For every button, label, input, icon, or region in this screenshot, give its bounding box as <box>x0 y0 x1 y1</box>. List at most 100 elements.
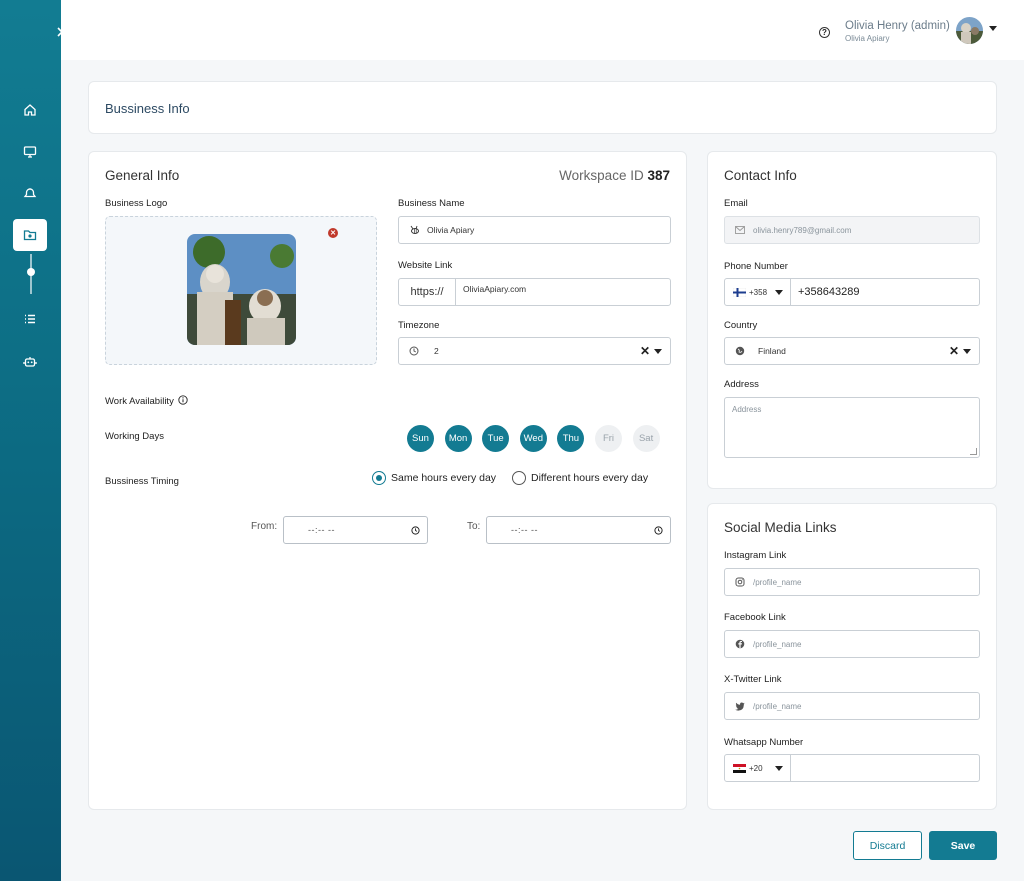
day-chip-fri[interactable]: Fri <box>595 425 622 452</box>
different-hours-radio[interactable] <box>512 471 526 485</box>
user-name: Olivia Henry (admin) <box>845 20 950 32</box>
page-title: Bussiness Info <box>105 101 190 116</box>
phone-code-caret-icon[interactable] <box>775 290 783 295</box>
sidebar-subnav-dot[interactable] <box>27 268 35 276</box>
phone-number-input[interactable]: +358 +358643289 <box>724 278 980 306</box>
whatsapp-divider <box>790 755 791 781</box>
website-link-input[interactable]: https:// OliviaApiary.com <box>398 278 671 306</box>
facebook-link-input[interactable]: /profile_name <box>724 630 980 658</box>
day-chip-tue[interactable]: Tue <box>482 425 510 452</box>
folder-star-icon <box>23 230 37 241</box>
workspace-id-label: Workspace ID <box>559 168 644 183</box>
discard-button[interactable]: Discard <box>853 831 922 860</box>
whatsapp-number-label: Whatsapp Number <box>724 737 804 748</box>
general-info-title: General Info <box>105 168 180 183</box>
user-menu-caret-icon[interactable] <box>989 26 997 31</box>
facebook-link-label: Facebook Link <box>724 612 786 623</box>
twitter-link-label: X-Twitter Link <box>724 674 782 685</box>
website-prefix: https:// <box>399 279 456 305</box>
clock-icon <box>654 526 663 535</box>
finland-flag-icon[interactable] <box>733 288 746 297</box>
instagram-placeholder: /profile_name <box>753 577 802 587</box>
day-chip-thu[interactable]: Thu <box>557 425 585 452</box>
clock-icon <box>411 526 420 535</box>
remove-logo-icon[interactable]: ✕ <box>328 228 338 238</box>
bee-icon <box>408 224 420 236</box>
help-icon[interactable]: ? <box>819 27 830 38</box>
contact-info-title: Contact Info <box>724 168 797 183</box>
page-title-card: Bussiness Info <box>88 81 997 134</box>
business-logo-label: Business Logo <box>105 198 168 209</box>
egypt-flag-icon[interactable] <box>733 764 746 773</box>
business-name-value: Olivia Apiary <box>427 225 475 235</box>
sidebar-item-robot[interactable] <box>13 346 47 378</box>
sidebar-item-services[interactable] <box>13 177 47 209</box>
day-chip-sun[interactable]: Sun <box>407 425 434 452</box>
facebook-placeholder: /profile_name <box>753 639 802 649</box>
sidebar-item-business[interactable] <box>13 219 47 251</box>
facebook-icon <box>734 638 746 650</box>
timezone-caret-icon[interactable] <box>654 349 662 354</box>
clear-timezone-icon[interactable]: ✕ <box>640 344 650 358</box>
robot-icon <box>23 357 37 367</box>
logo-upload-area[interactable]: ✕ <box>105 216 377 365</box>
from-label: From: <box>251 521 278 532</box>
sidebar-item-monitor[interactable] <box>13 136 47 168</box>
from-time-input[interactable]: --:-- -- <box>283 516 428 544</box>
resize-handle[interactable] <box>970 448 977 455</box>
business-name-input[interactable]: Olivia Apiary <box>398 216 671 244</box>
instagram-link-label: Instagram Link <box>724 550 787 561</box>
business-timing-label: Bussiness Timing <box>105 476 179 487</box>
website-value: OliviaApiary.com <box>463 284 527 294</box>
instagram-link-input[interactable]: /profile_name <box>724 568 980 596</box>
globe-icon <box>734 345 746 357</box>
avatar[interactable] <box>956 17 983 44</box>
day-chip-sat[interactable]: Sat <box>632 425 660 452</box>
workspace-id: Workspace ID 387 <box>559 168 670 183</box>
same-hours-radio[interactable] <box>372 471 386 485</box>
from-time-value: --:-- -- <box>308 525 335 535</box>
sidebar <box>0 0 70 881</box>
contact-info-card: Contact Info Email olivia.henry789@gmail… <box>707 151 997 489</box>
mail-icon <box>734 224 746 236</box>
phone-country-code[interactable]: +358 <box>749 288 767 297</box>
sidebar-item-home[interactable] <box>13 94 47 126</box>
phone-divider <box>790 279 791 305</box>
email-label: Email <box>724 198 748 209</box>
social-media-card: Social Media Links Instagram Link /profi… <box>707 503 997 810</box>
workspace-id-value: 387 <box>647 168 670 183</box>
country-label: Country <box>724 320 758 331</box>
same-hours-label[interactable]: Same hours every day <box>391 472 496 484</box>
address-textarea[interactable]: Address <box>724 397 980 458</box>
clear-country-icon[interactable]: ✕ <box>949 344 959 358</box>
monitor-icon <box>23 146 37 158</box>
to-time-value: --:-- -- <box>511 525 538 535</box>
save-button[interactable]: Save <box>929 831 997 860</box>
clock-icon <box>408 345 420 357</box>
timezone-select[interactable]: 2 ✕ <box>398 337 671 365</box>
user-organization: Olivia Apiary <box>845 34 890 43</box>
social-media-title: Social Media Links <box>724 520 837 535</box>
whatsapp-code-caret-icon[interactable] <box>775 766 783 771</box>
timezone-label: Timezone <box>398 320 440 331</box>
email-input[interactable]: olivia.henry789@gmail.com <box>724 216 980 244</box>
home-icon <box>24 104 36 116</box>
work-availability-text: Work Availability <box>105 396 174 407</box>
country-select[interactable]: Finland ✕ <box>724 337 980 365</box>
twitter-link-input[interactable]: /profile_name <box>724 692 980 720</box>
whatsapp-country-code[interactable]: +20 <box>749 764 763 773</box>
day-chip-mon[interactable]: Mon <box>444 425 472 452</box>
email-value: olivia.henry789@gmail.com <box>753 225 852 235</box>
business-logo-image <box>187 234 296 345</box>
website-link-label: Website Link <box>398 260 453 271</box>
whatsapp-number-input[interactable]: +20 <box>724 754 980 782</box>
sidebar-item-list[interactable] <box>13 303 47 335</box>
different-hours-label[interactable]: Different hours every day <box>531 472 648 484</box>
day-chip-wed[interactable]: Wed <box>519 425 547 452</box>
country-caret-icon[interactable] <box>963 349 971 354</box>
instagram-icon <box>734 576 746 588</box>
country-value: Finland <box>758 346 786 356</box>
info-icon[interactable] <box>178 395 189 405</box>
work-availability-label: Work Availability <box>105 395 189 407</box>
to-time-input[interactable]: --:-- -- <box>486 516 671 544</box>
